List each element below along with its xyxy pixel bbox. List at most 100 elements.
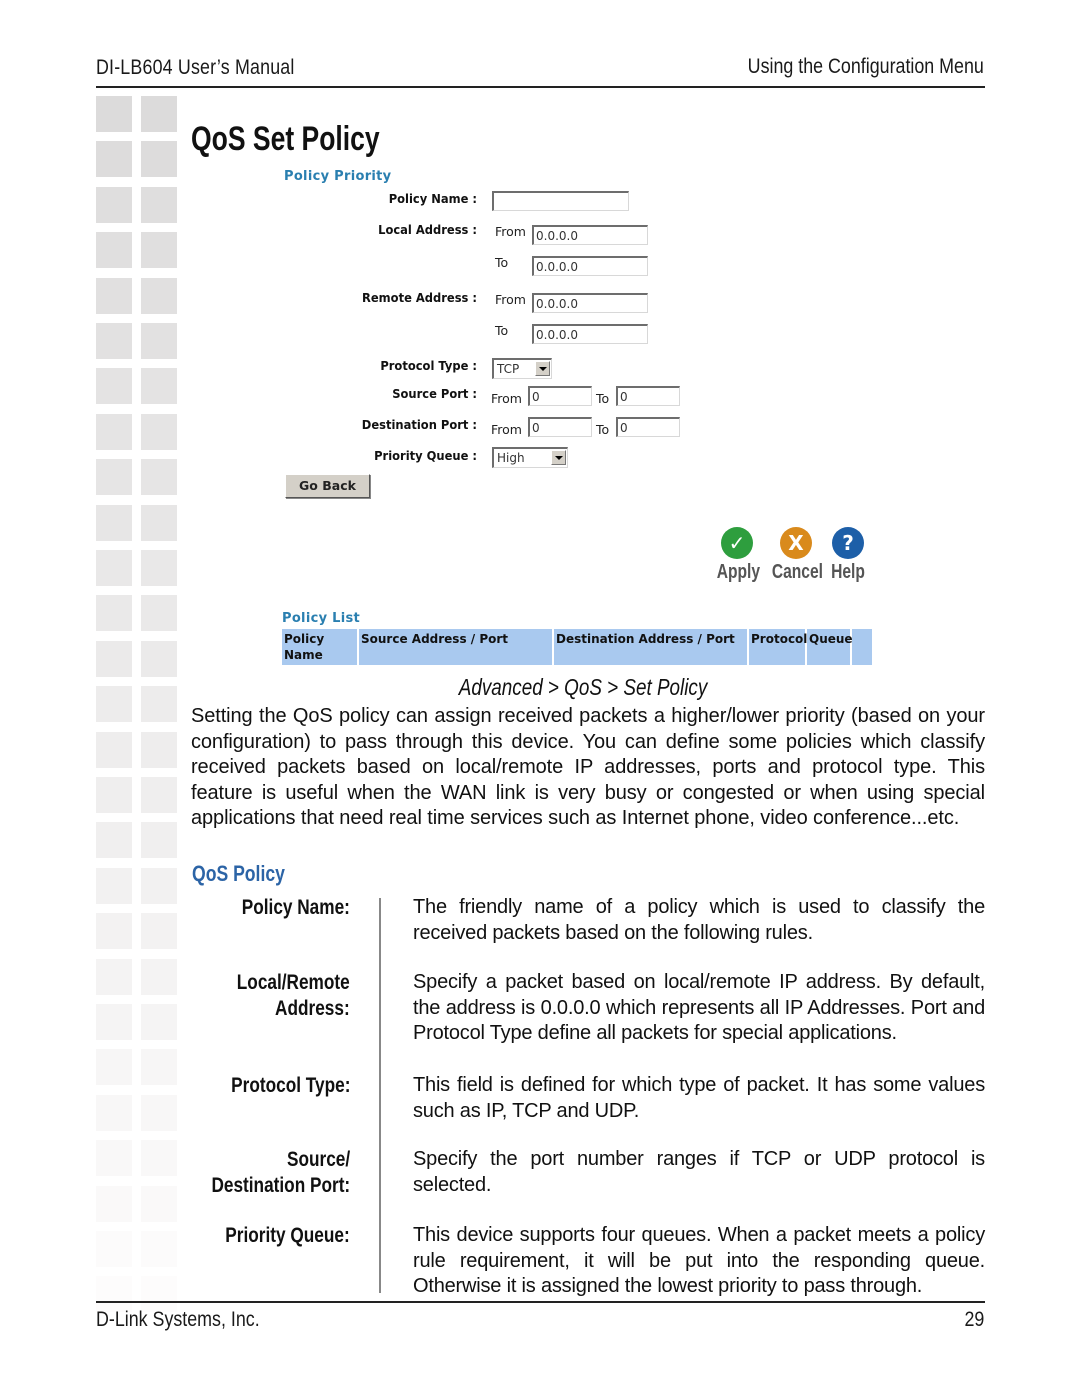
decorative-square	[141, 822, 177, 859]
decorative-square	[96, 1276, 132, 1313]
decorative-square	[96, 777, 132, 813]
decorative-square	[141, 232, 177, 269]
decorative-square	[141, 1140, 177, 1177]
term-line: Destination Port:	[211, 1173, 350, 1197]
decorative-square	[96, 368, 132, 405]
decorative-square	[96, 277, 132, 314]
figure-caption: Advanced > QoS > Set Policy	[97, 674, 983, 701]
desc-local-remote-address: Specify a packet based on local/remote I…	[413, 971, 985, 1044]
protocol-type-value: TCP	[497, 362, 520, 376]
term-line: Local/Remote	[237, 971, 350, 994]
caption-text: Advanced > QoS > Set Policy	[458, 674, 708, 700]
desc-protocol-type: This field is defined for which type of …	[413, 1074, 985, 1122]
page-title: QoS Set Policy	[191, 120, 380, 158]
policy-list-title: Policy List	[282, 611, 361, 626]
column-header-blank	[852, 629, 872, 665]
section-title: Using the Configuration Menu	[747, 55, 984, 78]
decorative-square	[141, 1185, 177, 1222]
decorative-square	[96, 1004, 132, 1040]
decorative-square	[141, 368, 177, 405]
decorative-square	[141, 96, 177, 132]
definitions-divider	[379, 898, 381, 1293]
priority-queue-select[interactable]: High	[492, 447, 568, 468]
local-from-input[interactable]: 0.0.0.0	[532, 225, 648, 245]
term-line: Address:	[275, 996, 350, 1020]
policy-priority-title: Policy Priority	[284, 169, 392, 184]
policy-name-input[interactable]	[492, 191, 629, 211]
priority-queue-value: High	[497, 451, 525, 465]
decorative-square	[141, 1094, 177, 1131]
remote-from-input[interactable]: 0.0.0.0	[532, 293, 648, 313]
decorative-square	[96, 550, 132, 586]
source-port-to-label: To	[596, 391, 610, 406]
decorative-square	[96, 1185, 132, 1222]
chevron-down-icon[interactable]	[535, 361, 550, 376]
decorative-square	[141, 640, 177, 677]
decorative-square	[141, 550, 177, 586]
decorative-square	[141, 1276, 177, 1313]
local-to-input[interactable]: 0.0.0.0	[532, 256, 648, 276]
decorative-square	[96, 504, 132, 541]
destination-port-from-input[interactable]: 0	[528, 417, 592, 437]
term-priority-queue: Priority Queue:	[226, 1223, 350, 1249]
decorative-square	[141, 731, 177, 768]
decorative-square	[141, 1049, 177, 1086]
decorative-square	[96, 822, 132, 859]
decorative-square	[96, 186, 132, 223]
decorative-square	[141, 141, 177, 178]
check-icon: ✓	[721, 527, 753, 559]
decorative-square	[96, 1049, 132, 1086]
term-line: Policy Name:	[241, 896, 350, 919]
decorative-square	[141, 958, 177, 995]
column-header-destination-address: Destination Address / Port	[554, 629, 749, 665]
decorative-square	[141, 323, 177, 359]
remote-address-label: Remote Address :	[362, 290, 477, 305]
decorative-square	[141, 186, 177, 223]
protocol-type-select[interactable]: TCP	[492, 358, 552, 379]
decorative-square	[141, 413, 177, 450]
remote-from-label: From	[495, 292, 526, 307]
cancel-label: Cancel	[771, 561, 823, 583]
source-port-to-input[interactable]: 0	[616, 386, 680, 406]
manual-title: DI-LB604 User’s Manual	[96, 56, 295, 79]
source-port-label: Source Port :	[392, 386, 477, 401]
go-back-button[interactable]: Go Back	[285, 474, 370, 498]
decorative-square	[141, 1004, 177, 1040]
decorative-square	[141, 867, 177, 904]
decorative-square	[96, 867, 132, 904]
decorative-square	[96, 958, 132, 995]
local-from-label: From	[495, 224, 526, 239]
cancel-button[interactable]: X Cancel	[765, 527, 827, 584]
config-screenshot: Policy Priority Policy Name : Local Addr…	[278, 160, 878, 670]
decorative-square	[141, 459, 177, 496]
chevron-down-icon[interactable]	[551, 450, 566, 465]
decorative-square	[96, 459, 132, 496]
x-icon: X	[780, 527, 812, 559]
header-divider	[96, 86, 985, 88]
column-header-protocol: Protocol	[749, 629, 807, 665]
term-policy-name: Policy Name:	[242, 895, 350, 921]
term-line: Source/	[286, 1148, 350, 1171]
decorative-square	[141, 277, 177, 314]
decorative-square	[141, 913, 177, 950]
help-button[interactable]: ? Help	[823, 527, 873, 584]
decorative-square	[141, 777, 177, 813]
decorative-square	[141, 595, 177, 632]
decorative-square	[96, 96, 132, 132]
apply-button[interactable]: ✓ Apply	[711, 527, 763, 584]
source-port-from-input[interactable]: 0	[528, 386, 592, 406]
decorative-square	[96, 1140, 132, 1177]
protocol-type-label: Protocol Type :	[380, 358, 477, 373]
source-port-from-label: From	[491, 391, 522, 406]
column-header-source-address: Source Address / Port	[359, 629, 554, 665]
remote-to-input[interactable]: 0.0.0.0	[532, 324, 648, 344]
term-line: Protocol Type:	[230, 1074, 350, 1097]
destination-port-to-label: To	[596, 422, 610, 437]
destination-port-to-input[interactable]: 0	[616, 417, 680, 437]
column-header-queue: Queue	[807, 629, 853, 665]
footer-company: D-Link Systems, Inc.	[96, 1308, 260, 1331]
local-address-label: Local Address :	[378, 222, 477, 237]
term-source-destination-port: Source/ Destination Port:	[211, 1147, 350, 1198]
qos-policy-heading: QoS Policy	[192, 861, 285, 886]
apply-label: Apply	[716, 561, 761, 583]
